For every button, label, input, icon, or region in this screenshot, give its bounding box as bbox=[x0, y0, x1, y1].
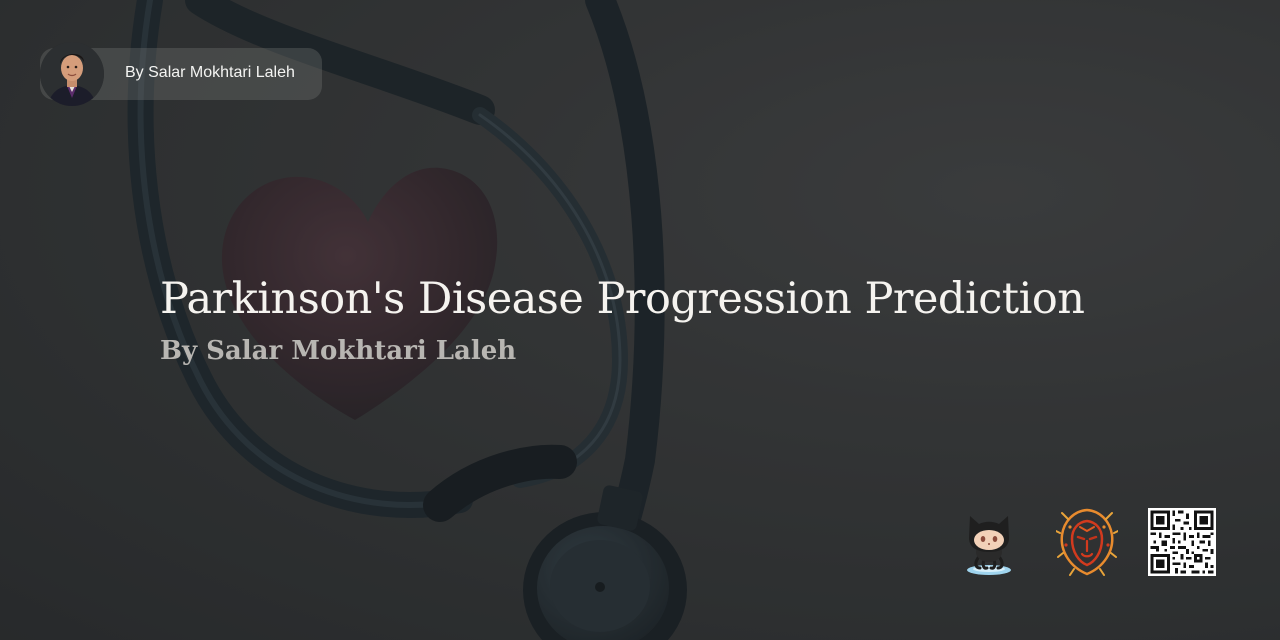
avatar-portrait-icon bbox=[40, 42, 104, 106]
page-title: Parkinson's Disease Progression Predicti… bbox=[160, 274, 1085, 324]
author-chip[interactable]: By Salar Mokhtari Laleh bbox=[40, 42, 322, 106]
lion-logo-icon[interactable] bbox=[1055, 507, 1119, 577]
page-subtitle: By Salar Mokhtari Laleh bbox=[160, 336, 517, 366]
author-name-label: By Salar Mokhtari Laleh bbox=[125, 64, 295, 81]
github-octocat-icon[interactable] bbox=[960, 508, 1018, 578]
social-card: By Salar Mokhtari Laleh Parkinson's Dise… bbox=[0, 0, 1280, 640]
author-avatar bbox=[40, 42, 104, 106]
qr-code-icon[interactable] bbox=[1148, 508, 1216, 576]
